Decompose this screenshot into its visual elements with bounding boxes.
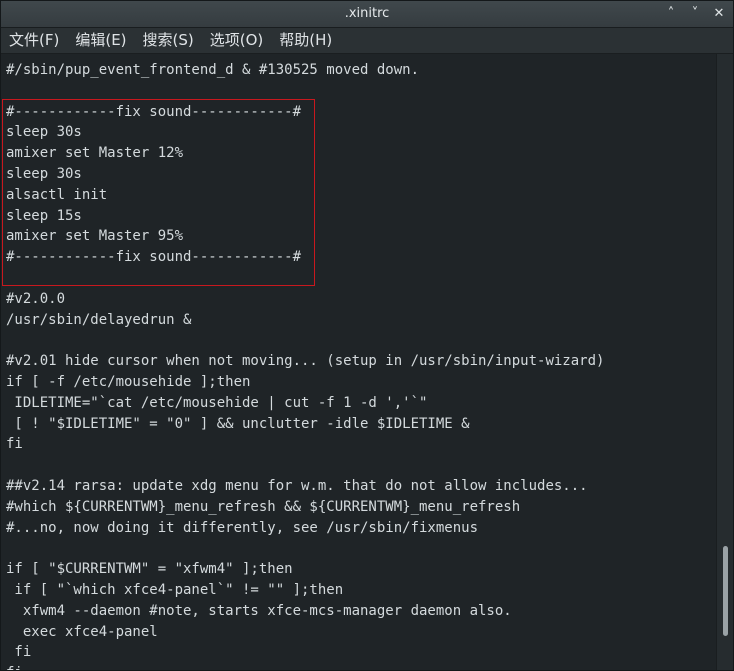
menu-file[interactable]: 文件(F) bbox=[1, 28, 67, 53]
code-line: #------------fix sound------------# bbox=[6, 103, 302, 120]
vertical-scrollbar[interactable] bbox=[716, 54, 733, 670]
code-line: /usr/sbin/delayedrun & bbox=[6, 311, 192, 328]
minimize-icon[interactable]: ˄ bbox=[663, 6, 679, 22]
code-content[interactable]: #/sbin/pup_event_frontend_d & #130525 mo… bbox=[6, 60, 604, 670]
close-icon[interactable]: ✕ bbox=[711, 6, 727, 22]
menu-options[interactable]: 选项(O) bbox=[202, 28, 272, 53]
scrollbar-thumb[interactable] bbox=[723, 546, 728, 636]
code-line: sleep 30s bbox=[6, 124, 82, 141]
text-editor-window: .xinitrc ˄ ˅ ✕ 文件(F) 编辑(E) 搜索(S) 选项(O) 帮… bbox=[0, 0, 734, 671]
menu-bar: 文件(F) 编辑(E) 搜索(S) 选项(O) 帮助(H) bbox=[1, 28, 733, 54]
code-line: #/sbin/pup_event_frontend_d & #130525 mo… bbox=[6, 62, 420, 78]
code-line: xfwm4 --daemon #note, starts xfce-mcs-ma… bbox=[6, 602, 512, 619]
code-line: #v2.0.0 bbox=[6, 290, 66, 307]
code-line: #------------fix sound------------# bbox=[6, 249, 302, 266]
code-line: #v2.01 hide cursor when not moving... (s… bbox=[6, 353, 605, 370]
code-line: if [ "$CURRENTWM" = "xfwm4" ];then bbox=[6, 561, 293, 578]
code-line: ##v2.14 rarsa: update xdg menu for w.m. … bbox=[6, 477, 588, 494]
code-line: amixer set Master 12% bbox=[6, 145, 184, 162]
window-controls: ˄ ˅ ✕ bbox=[663, 6, 727, 22]
maximize-icon[interactable]: ˅ bbox=[687, 6, 703, 22]
code-line: fi bbox=[6, 436, 23, 453]
menu-search[interactable]: 搜索(S) bbox=[135, 28, 202, 53]
code-line: sleep 30s bbox=[6, 165, 82, 182]
code-line: if [ "`which xfce4-panel`" != "" ];then bbox=[6, 581, 344, 598]
window-title: .xinitrc bbox=[344, 6, 390, 21]
code-line: fi bbox=[6, 644, 32, 661]
title-bar[interactable]: .xinitrc ˄ ˅ ✕ bbox=[1, 1, 733, 28]
code-line: #which ${CURRENTWM}_menu_refresh && ${CU… bbox=[6, 498, 521, 515]
code-line: amixer set Master 95% bbox=[6, 228, 184, 245]
code-line: if [ -f /etc/mousehide ];then bbox=[6, 373, 251, 390]
code-line: sleep 15s bbox=[6, 207, 82, 224]
code-line: exec xfce4-panel bbox=[6, 623, 158, 640]
code-line: #...no, now doing it differently, see /u… bbox=[6, 519, 479, 536]
code-line: [ ! "$IDLETIME" = "0" ] && unclutter -id… bbox=[6, 415, 470, 432]
text-editor-area[interactable]: #/sbin/pup_event_frontend_d & #130525 mo… bbox=[1, 54, 716, 670]
code-line: IDLETIME="`cat /etc/mousehide | cut -f 1… bbox=[6, 394, 428, 411]
code-line: fi bbox=[6, 663, 604, 670]
menu-edit[interactable]: 编辑(E) bbox=[67, 28, 134, 53]
code-line: alsactl init bbox=[6, 186, 108, 203]
menu-help[interactable]: 帮助(H) bbox=[271, 28, 340, 53]
